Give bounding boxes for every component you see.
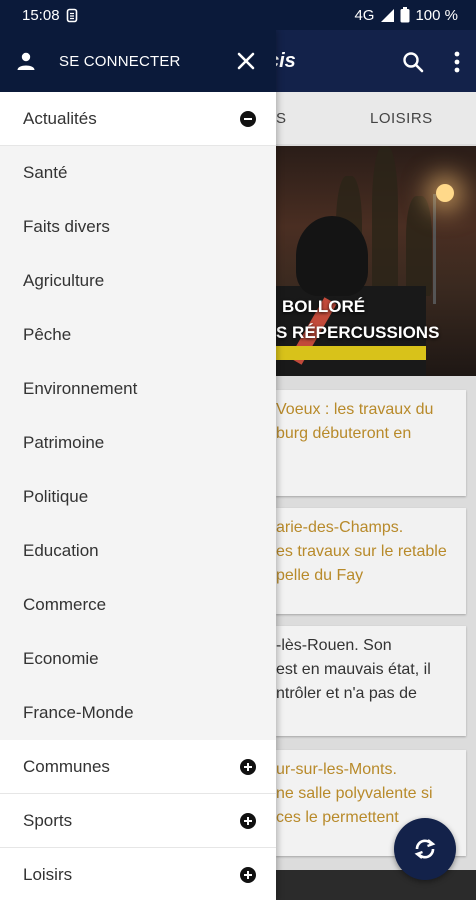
expand-icon[interactable]: [240, 867, 256, 883]
menu-item-agriculture[interactable]: Agriculture: [0, 254, 276, 308]
menu-item-label: France-Monde: [23, 703, 134, 722]
tab-loisirs[interactable]: LOISIRS: [370, 110, 433, 127]
expand-icon[interactable]: [240, 759, 256, 775]
article-card-text: arie-des-Champs. es travaux sur le retab…: [276, 519, 447, 584]
menu-item-label: Economie: [23, 649, 99, 668]
menu-item-label: Education: [23, 541, 99, 560]
section-actualites[interactable]: Actualités: [0, 92, 276, 146]
section-label: Loisirs: [23, 864, 73, 884]
refresh-icon: [414, 839, 436, 859]
menu-item-environnement[interactable]: Environnement: [0, 362, 276, 416]
section-label: Actualités: [23, 108, 97, 128]
menu-item-label: Commerce: [23, 595, 107, 614]
article-card-partial: [276, 870, 476, 900]
close-icon: [237, 52, 255, 70]
menu-item-label: Faits divers: [23, 217, 110, 236]
person-icon: [17, 52, 35, 70]
section-label: Sports: [23, 810, 73, 830]
drawer-menu: Actualités Santé Faits divers Agricultur…: [0, 92, 276, 900]
section-communes[interactable]: Communes: [0, 740, 276, 794]
signal-icon: [379, 8, 395, 23]
menu-item-patrimoine[interactable]: Patrimoine: [0, 416, 276, 470]
navigation-drawer: SE CONNECTER Actualités Santé Faits dive…: [0, 30, 276, 900]
drawer-header: SE CONNECTER: [0, 30, 276, 92]
menu-item-faits-divers[interactable]: Faits divers: [0, 200, 276, 254]
more-vert-icon: [454, 51, 460, 73]
menu-item-education[interactable]: Education: [0, 524, 276, 578]
expand-icon[interactable]: [240, 813, 256, 829]
search-icon: [403, 52, 424, 73]
refresh-button[interactable]: [394, 818, 456, 880]
status-bar: 15:08 4G 100 %: [0, 0, 476, 30]
menu-item-peche[interactable]: Pêche: [0, 308, 276, 362]
collapse-icon[interactable]: [240, 111, 256, 127]
tab-partial[interactable]: S: [276, 110, 287, 127]
menu-item-sante[interactable]: Santé: [0, 146, 276, 200]
section-sports[interactable]: Sports: [0, 794, 276, 848]
menu-item-economie[interactable]: Economie: [0, 632, 276, 686]
section-loisirs[interactable]: Loisirs: [0, 848, 276, 900]
menu-item-label: Pêche: [23, 325, 72, 344]
menu-item-label: Agriculture: [23, 271, 105, 290]
hero-title[interactable]: BOLLORÉ S RÉPERCUSSIONS: [276, 294, 476, 346]
search-button[interactable]: [399, 48, 427, 76]
menu-item-politique[interactable]: Politique: [0, 470, 276, 524]
status-time: 15:08: [22, 6, 60, 24]
menu-item-commerce[interactable]: Commerce: [0, 578, 276, 632]
battery-level: 100 %: [415, 6, 458, 24]
close-drawer-button[interactable]: [216, 30, 276, 92]
article-card-text: -lès-Rouen. Son est en mauvais état, il …: [276, 637, 431, 702]
menu-item-label: Environnement: [23, 379, 138, 398]
sim-icon: [66, 8, 78, 23]
menu-item-label: Patrimoine: [23, 433, 105, 452]
menu-item-label: Politique: [23, 487, 89, 506]
menu-item-france-monde[interactable]: France-Monde: [0, 686, 276, 740]
login-button[interactable]: SE CONNECTER: [0, 30, 216, 92]
article-card-text: Voeux : les travaux du burg débuteront e…: [276, 401, 434, 442]
article-card-text: ur-sur-les-Monts. ne salle polyvalente s…: [276, 761, 433, 826]
more-options-button[interactable]: [443, 48, 471, 76]
battery-icon: [400, 7, 410, 23]
menu-item-label: Santé: [23, 163, 68, 182]
login-label: SE CONNECTER: [59, 52, 181, 70]
section-label: Communes: [23, 756, 110, 776]
network-label: 4G: [354, 6, 375, 24]
